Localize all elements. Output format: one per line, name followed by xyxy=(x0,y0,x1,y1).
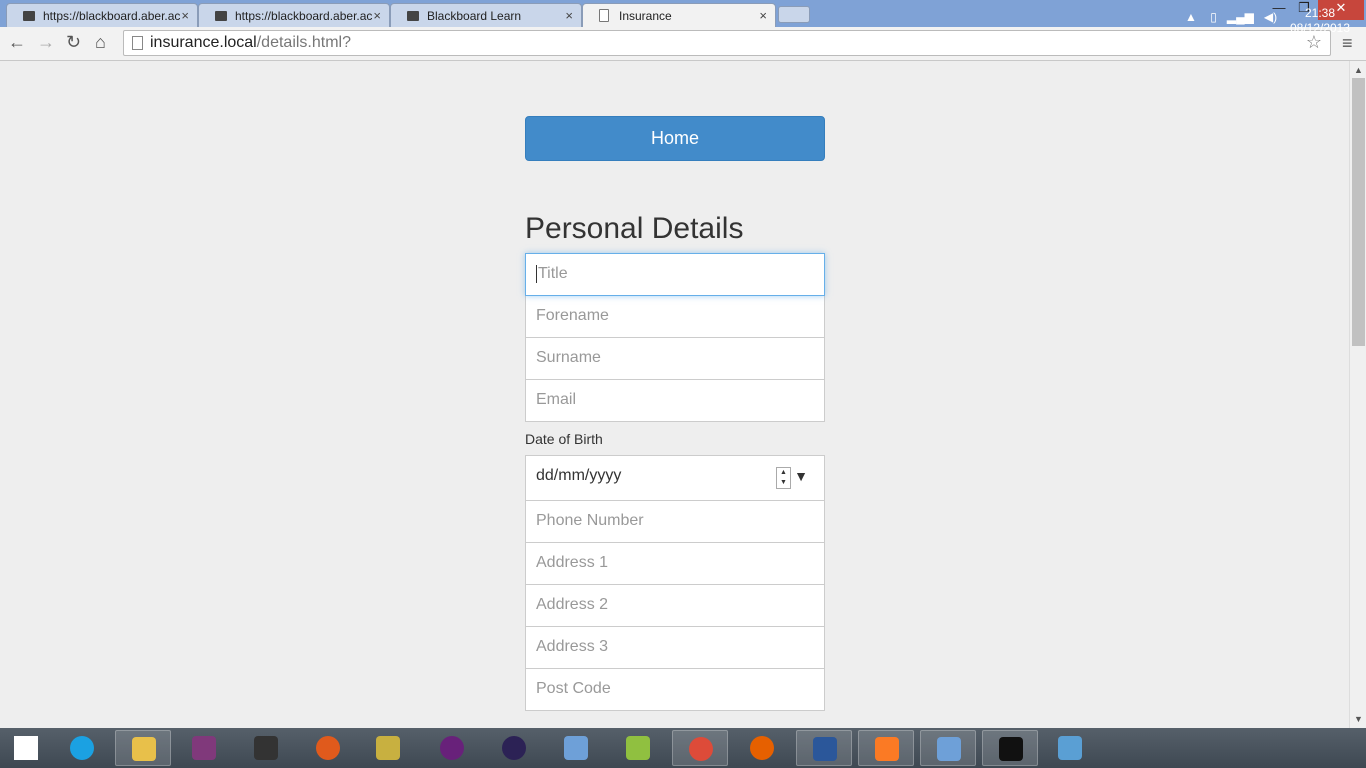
blackboard-favicon-icon xyxy=(23,11,35,21)
virtualbox-2-icon xyxy=(937,737,961,761)
command-prompt-icon xyxy=(999,737,1023,761)
email-input[interactable]: Email xyxy=(525,379,825,422)
vertical-scrollbar[interactable]: ▲ ▼ xyxy=(1349,61,1366,728)
page-icon xyxy=(599,9,609,22)
scrollbar-thumb[interactable] xyxy=(1352,78,1365,346)
tab-insurance[interactable]: Insurance × xyxy=(582,3,776,27)
paint-icon xyxy=(1058,736,1082,760)
taskbar-command-prompt-button[interactable] xyxy=(982,730,1038,766)
tab-label: https://blackboard.aber.ac xyxy=(235,9,373,23)
taskbar-visual-studio-button[interactable] xyxy=(424,730,480,766)
text-caret xyxy=(536,265,537,283)
tab-label: Insurance xyxy=(619,9,672,23)
word-icon xyxy=(813,737,837,761)
visual-studio-icon xyxy=(440,736,464,760)
phone-input[interactable]: Phone Number xyxy=(525,500,825,543)
battery-icon[interactable]: ▯ xyxy=(1210,10,1217,24)
page-icon xyxy=(132,36,143,50)
tools-icon xyxy=(376,736,400,760)
taskbar-chrome-button[interactable] xyxy=(672,730,728,766)
eclipse-icon xyxy=(502,736,526,760)
browser-toolbar: ← → ↻ ⌂ insurance.local/details.html? ☆ … xyxy=(0,27,1366,61)
clock-date: 08/12/2013 xyxy=(1289,21,1351,35)
tab-close-icon[interactable]: × xyxy=(759,8,767,23)
menu-icon[interactable]: ≡ xyxy=(1342,33,1353,54)
tab-close-icon[interactable]: × xyxy=(373,8,381,23)
tab-strip: https://blackboard.aber.ac × https://blac… xyxy=(0,0,1366,27)
taskbar-steam-button[interactable] xyxy=(238,730,294,766)
date-spinner[interactable]: ▲ ▼ xyxy=(776,467,791,489)
details-form: Home Personal Details Title Forename Sur… xyxy=(525,116,825,711)
firefox-icon xyxy=(750,736,774,760)
home-icon[interactable]: ⌂ xyxy=(95,32,106,53)
scroll-down-icon[interactable]: ▼ xyxy=(1354,714,1363,724)
taskbar-word-button[interactable] xyxy=(796,730,852,766)
tab-blackboard-2[interactable]: https://blackboard.aber.ac × xyxy=(198,3,390,27)
forename-input[interactable]: Forename xyxy=(525,295,825,338)
blackboard-favicon-icon xyxy=(407,11,419,21)
network-icon[interactable]: ▂▄▆ xyxy=(1227,10,1254,24)
address2-input[interactable]: Address 2 xyxy=(525,584,825,627)
taskbar-onenote-button[interactable] xyxy=(176,730,232,766)
volume-icon[interactable]: ◀) xyxy=(1264,10,1277,24)
clock-time: 21:38 xyxy=(1304,6,1336,20)
dob-input[interactable]: dd/mm/yyyy ▲ ▼ ▼ xyxy=(525,455,825,501)
virtualbox-icon xyxy=(564,736,588,760)
taskbar-start-button[interactable] xyxy=(0,730,56,766)
dob-value: dd/mm/yyyy xyxy=(536,467,622,484)
onenote-icon xyxy=(192,736,216,760)
taskbar-xampp-button[interactable] xyxy=(858,730,914,766)
taskbar-virtualbox-2-button[interactable] xyxy=(920,730,976,766)
forward-icon[interactable]: → xyxy=(37,32,55,53)
tab-blackboard-learn[interactable]: Blackboard Learn × xyxy=(390,3,582,27)
show-hidden-icons-icon[interactable]: ▲ xyxy=(1185,10,1197,24)
taskbar-internet-explorer-button[interactable] xyxy=(54,730,110,766)
taskbar xyxy=(0,728,1366,768)
xampp-icon xyxy=(875,737,899,761)
tab-close-icon[interactable]: × xyxy=(565,8,573,23)
title-placeholder: Title xyxy=(538,265,568,283)
url-host: insurance.local xyxy=(150,34,257,51)
internet-explorer-icon xyxy=(70,736,94,760)
clock[interactable]: 21:38 08/12/2013 xyxy=(1280,6,1360,36)
tab-label: https://blackboard.aber.ac xyxy=(43,9,181,23)
dob-label: Date of Birth xyxy=(525,431,603,447)
notepad-plus-plus-icon xyxy=(626,736,650,760)
taskbar-notepad-plus-plus-button[interactable] xyxy=(610,730,666,766)
page-title: Personal Details xyxy=(525,212,744,245)
steam-icon xyxy=(254,736,278,760)
tab-label: Blackboard Learn xyxy=(427,9,522,23)
new-tab-button[interactable] xyxy=(778,6,810,23)
origin-icon xyxy=(316,736,340,760)
taskbar-paint-button[interactable] xyxy=(1042,730,1098,766)
chrome-icon xyxy=(689,737,713,761)
home-button[interactable]: Home xyxy=(525,116,825,161)
taskbar-firefox-button[interactable] xyxy=(734,730,790,766)
taskbar-file-explorer-button[interactable] xyxy=(115,730,171,766)
title-input[interactable]: Title xyxy=(525,253,825,296)
surname-input[interactable]: Surname xyxy=(525,337,825,380)
tab-blackboard-1[interactable]: https://blackboard.aber.ac × xyxy=(6,3,198,27)
dropdown-arrow-icon[interactable]: ▼ xyxy=(794,468,808,484)
url-path: /details.html? xyxy=(256,34,351,51)
start-icon xyxy=(14,736,38,760)
tab-close-icon[interactable]: × xyxy=(181,8,189,23)
scroll-up-icon[interactable]: ▲ xyxy=(1354,65,1363,75)
taskbar-tools-button[interactable] xyxy=(360,730,416,766)
address1-input[interactable]: Address 1 xyxy=(525,542,825,585)
back-icon[interactable]: ← xyxy=(8,32,26,53)
blackboard-favicon-icon xyxy=(215,11,227,21)
taskbar-origin-button[interactable] xyxy=(300,730,356,766)
system-tray: ▲ ▯ ▂▄▆ ◀) xyxy=(1185,10,1277,24)
page-content: Home Personal Details Title Forename Sur… xyxy=(0,61,1349,728)
postcode-input[interactable]: Post Code xyxy=(525,668,825,711)
address-bar[interactable]: insurance.local/details.html? ☆ xyxy=(123,30,1331,56)
address3-input[interactable]: Address 3 xyxy=(525,626,825,669)
taskbar-virtualbox-button[interactable] xyxy=(548,730,604,766)
reload-icon[interactable]: ↻ xyxy=(66,32,81,53)
file-explorer-icon xyxy=(132,737,156,761)
taskbar-eclipse-button[interactable] xyxy=(486,730,542,766)
